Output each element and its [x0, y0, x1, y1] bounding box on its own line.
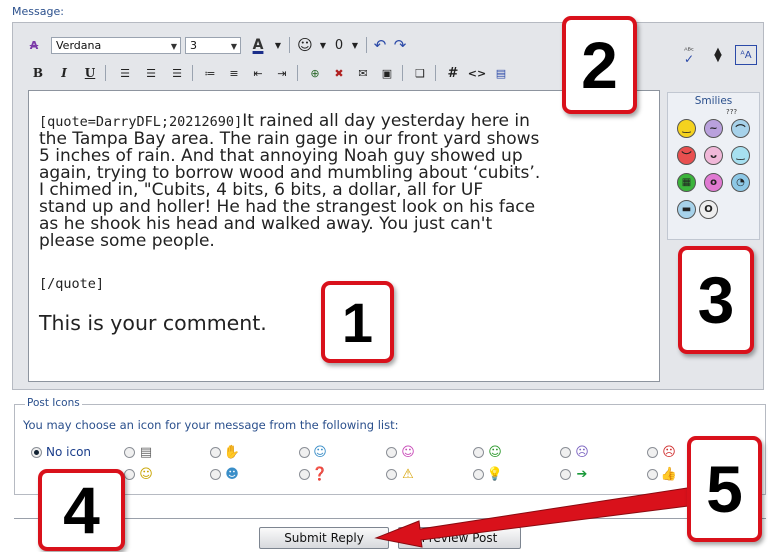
callout-2: 2 — [562, 16, 637, 114]
red-arrow-icon — [374, 485, 722, 548]
callout-1: 1 — [321, 281, 394, 363]
callout-4: 4 — [38, 469, 125, 551]
callout-3: 3 — [678, 246, 754, 354]
callout-5: 5 — [687, 436, 762, 542]
